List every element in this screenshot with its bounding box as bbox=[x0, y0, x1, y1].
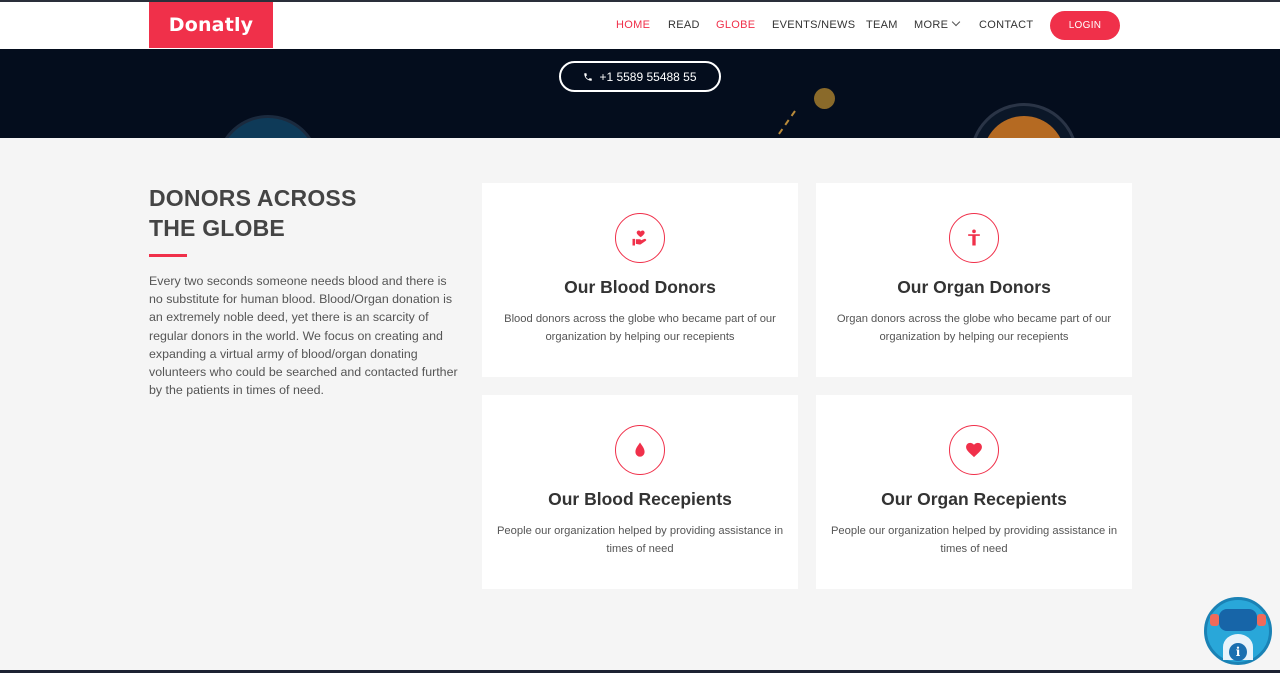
card-blood-donors[interactable]: Our Blood Donors Blood donors across the… bbox=[482, 183, 798, 377]
nav-item-more-label: MORE bbox=[914, 19, 949, 31]
heart-icon bbox=[966, 442, 982, 458]
bot-ear bbox=[1257, 614, 1266, 626]
person-icon bbox=[968, 229, 980, 246]
phone-icon bbox=[584, 72, 593, 81]
card-text: People our organization helped by provid… bbox=[496, 525, 784, 555]
nav-item-read[interactable]: READ bbox=[668, 19, 700, 31]
card-title: Our Blood Donors bbox=[564, 277, 716, 297]
section-title: DONORS ACROSS THE GLOBE bbox=[149, 183, 409, 243]
nav-item-more[interactable]: MORE bbox=[914, 17, 961, 31]
section-description: Every two seconds someone needs blood an… bbox=[149, 274, 458, 398]
card-icon-circle bbox=[615, 213, 665, 263]
title-underline bbox=[149, 254, 187, 257]
nav-item-contact[interactable]: CONTACT bbox=[979, 19, 1033, 31]
hand-heart-icon bbox=[632, 230, 647, 246]
bot-ear bbox=[1210, 614, 1219, 626]
section-title-line: DONORS ACROSS bbox=[149, 185, 357, 211]
card-icon-circle bbox=[949, 213, 999, 263]
robot-icon bbox=[1219, 609, 1257, 631]
card-text: Organ donors across the globe who became… bbox=[836, 313, 1112, 343]
nav-item-events-news[interactable]: EVENTS/NEWS bbox=[772, 19, 855, 31]
card-title: Our Blood Recepients bbox=[548, 489, 732, 509]
card-title: Our Organ Donors bbox=[897, 277, 1051, 297]
chatbot-button[interactable]: i bbox=[1204, 597, 1272, 665]
decorative-dashed-line bbox=[778, 110, 796, 135]
card-organ-donors[interactable]: Our Organ Donors Organ donors across the… bbox=[816, 183, 1132, 377]
card-text: People our organization helped by provid… bbox=[830, 525, 1118, 555]
card-blood-recepients[interactable]: Our Blood Recepients People our organiza… bbox=[482, 395, 798, 589]
blood-drop-icon bbox=[635, 442, 645, 457]
main-nav: HOME READ GLOBE EVENTS/NEWS TEAM MORE CO… bbox=[0, 2, 1280, 48]
decorative-circle bbox=[970, 103, 1078, 138]
site-header: Donatly HOME READ GLOBE EVENTS/NEWS TEAM… bbox=[0, 2, 1280, 49]
nav-item-team[interactable]: TEAM bbox=[866, 19, 898, 31]
card-icon-circle bbox=[949, 425, 999, 475]
login-button[interactable]: LOGIN bbox=[1050, 11, 1120, 40]
card-text: Blood donors across the globe who became… bbox=[504, 313, 776, 343]
nav-item-home[interactable]: HOME bbox=[616, 19, 650, 31]
card-title: Our Organ Recepients bbox=[881, 489, 1067, 509]
decorative-dot bbox=[814, 88, 835, 109]
phone-number: +1 5589 55488 55 bbox=[599, 69, 697, 84]
section-title-line: THE GLOBE bbox=[149, 215, 285, 241]
chevron-down-icon bbox=[951, 17, 961, 27]
info-icon: i bbox=[1229, 643, 1247, 661]
card-icon-circle bbox=[615, 425, 665, 475]
nav-item-globe[interactable]: GLOBE bbox=[716, 19, 755, 31]
decorative-circle bbox=[216, 115, 320, 138]
card-organ-recepients[interactable]: Our Organ Recepients People our organiza… bbox=[816, 395, 1132, 589]
hero-banner: +1 5589 55488 55 bbox=[0, 49, 1280, 138]
phone-button[interactable]: +1 5589 55488 55 bbox=[559, 61, 721, 92]
